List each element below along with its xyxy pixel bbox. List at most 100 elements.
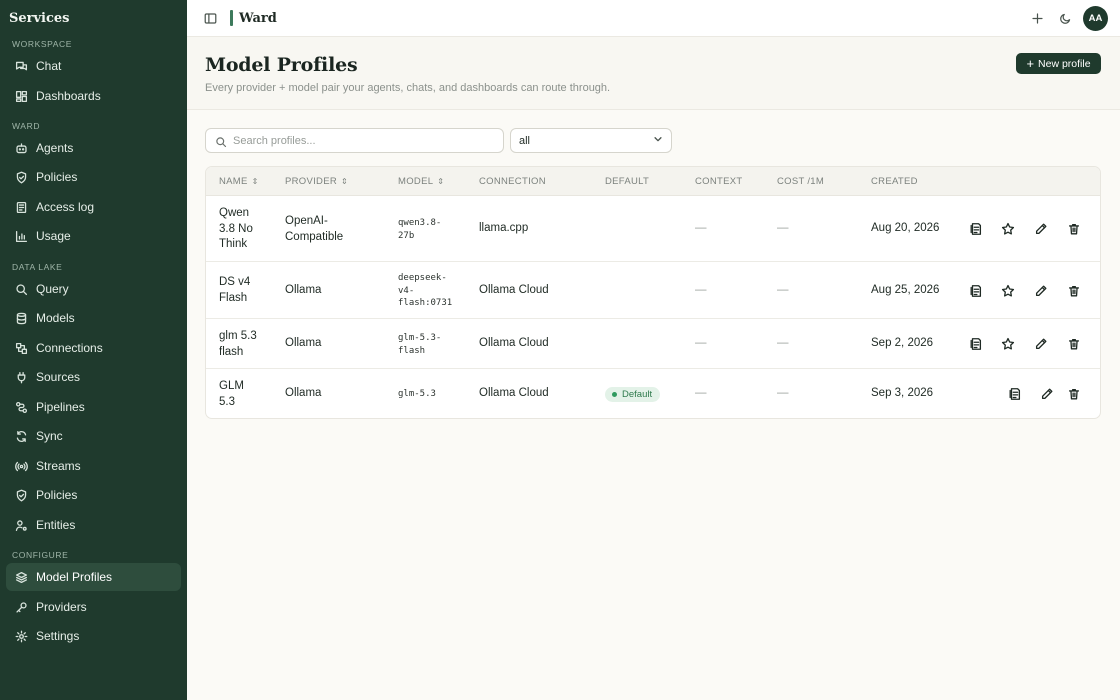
edit-icon[interactable] (1034, 337, 1048, 351)
view-log-icon[interactable] (969, 284, 983, 298)
column-header-connection: Connection (479, 176, 546, 187)
edit-icon[interactable] (1040, 387, 1054, 401)
column-header-default: Default (605, 176, 650, 187)
moon-icon[interactable] (1059, 12, 1072, 25)
search-icon (215, 135, 227, 147)
default-badge: Default (605, 387, 661, 402)
column-header-name[interactable]: Name ⇕ (219, 176, 259, 187)
sidebar-toggle-icon[interactable] (204, 12, 217, 25)
set-default-star-icon[interactable] (1001, 284, 1015, 298)
plug-icon (14, 370, 28, 384)
set-default-star-icon[interactable] (1001, 337, 1015, 351)
table-header: Name ⇕ Provider ⇕ Model ⇕ Connection Defaul… (206, 167, 1100, 196)
profile-context: — (695, 284, 707, 296)
user-settings-icon (14, 518, 28, 532)
profile-connection: Ollama Cloud (479, 387, 549, 399)
column-header-cost: Cost /1M (777, 176, 825, 187)
sidebar-item-sync[interactable]: Sync (6, 422, 181, 450)
sidebar-item-agents[interactable]: Agents (6, 134, 181, 162)
sidebar-item-dashboards[interactable]: Dashboards (6, 82, 181, 110)
section-label-data-lake: Data Lake (12, 262, 63, 272)
search-icon (14, 282, 28, 296)
profile-model: qwen3.8- 27b (398, 218, 442, 241)
sidebar-item-label: Pipelines (36, 400, 85, 414)
sidebar-item-label: Policies (36, 170, 78, 184)
sidebar-item-sources[interactable]: Sources (6, 363, 181, 391)
sidebar-item-chat[interactable]: Chat (6, 52, 181, 80)
shield-icon (14, 488, 28, 502)
view-log-icon[interactable] (969, 222, 983, 236)
page-subtitle: Every provider + model pair your agents,… (205, 82, 611, 94)
view-log-icon[interactable] (969, 337, 983, 351)
sidebar-item-query[interactable]: Query (6, 275, 181, 303)
sidebar-item-connections[interactable]: Connections (6, 334, 181, 362)
connections-icon (14, 341, 28, 355)
sidebar-item-settings[interactable]: Settings (6, 622, 181, 650)
sidebar-item-pipelines[interactable]: Pipelines (6, 393, 181, 421)
sidebar-item-models[interactable]: Models (6, 304, 181, 332)
sidebar: Services Workspace Chat Dashboards Ward … (0, 0, 187, 700)
profile-connection: llama.cpp (479, 222, 529, 234)
plus-icon[interactable] (1031, 12, 1044, 25)
sidebar-item-model-profiles[interactable]: Model Profiles (6, 563, 181, 591)
sidebar-item-policies-lake[interactable]: Policies (6, 481, 181, 509)
chevron-down-icon (653, 134, 663, 147)
profile-created: Sep 3, 2026 (871, 387, 934, 399)
profile-model: glm-5.3- flash (398, 333, 442, 356)
delete-icon[interactable] (1067, 337, 1081, 351)
search-input[interactable] (233, 134, 493, 147)
profile-context: — (695, 387, 707, 399)
sort-icon: ⇕ (437, 177, 445, 186)
sidebar-item-label: Chat (36, 59, 62, 73)
view-log-icon[interactable] (1008, 387, 1022, 401)
topbar: Ward AA (187, 0, 1120, 37)
sidebar-item-label: Providers (36, 600, 87, 614)
table-row: Qwen 3.8 No Think OpenAI- Compatible qwen3… (206, 196, 1100, 262)
filter-select[interactable]: all (510, 128, 672, 153)
sort-icon: ⇕ (251, 177, 259, 186)
profile-created: Sep 2, 2026 (871, 337, 934, 349)
sidebar-item-usage[interactable]: Usage (6, 222, 181, 250)
status-dot-icon (612, 392, 617, 397)
search-box[interactable] (205, 128, 504, 153)
sidebar-item-access-log[interactable]: Access log (6, 193, 181, 221)
sort-icon: ⇕ (341, 177, 349, 186)
table-row: glm 5.3 flash Ollama glm-5.3- flash Ollama … (206, 319, 1100, 369)
sidebar-item-label: Access log (36, 200, 95, 214)
section-label-workspace: Workspace (12, 39, 73, 49)
delete-icon[interactable] (1067, 284, 1081, 298)
delete-icon[interactable] (1067, 222, 1081, 236)
profiles-table: Name ⇕ Provider ⇕ Model ⇕ Connection Defaul… (205, 166, 1101, 419)
new-profile-button[interactable]: + New profile (1016, 53, 1101, 74)
profile-created: Aug 20, 2026 (871, 222, 940, 234)
brand-title: Services (9, 11, 70, 26)
column-header-provider[interactable]: Provider ⇕ (285, 176, 348, 187)
table-row: DS v4 Flash Ollama deepseek- v4- flash:073… (206, 262, 1100, 319)
sidebar-item-label: Usage (36, 229, 71, 243)
sidebar-item-providers[interactable]: Providers (6, 593, 181, 621)
sidebar-item-entities[interactable]: Entities (6, 511, 181, 539)
profile-context: — (695, 337, 707, 349)
delete-icon[interactable] (1067, 387, 1081, 401)
sidebar-item-policies[interactable]: Policies (6, 163, 181, 191)
column-header-model[interactable]: Model ⇕ (398, 176, 444, 187)
edit-icon[interactable] (1034, 222, 1048, 236)
dashboard-icon (14, 89, 28, 103)
set-default-star-icon[interactable] (1001, 222, 1015, 236)
edit-icon[interactable] (1034, 284, 1048, 298)
avatar[interactable]: AA (1083, 6, 1108, 31)
plus-icon: + (1026, 56, 1035, 71)
new-profile-label: New profile (1038, 57, 1091, 70)
log-icon (14, 200, 28, 214)
gear-icon (14, 629, 28, 643)
sidebar-item-label: Model Profiles (36, 570, 113, 584)
sidebar-item-label: Query (36, 282, 69, 296)
profile-provider: Ollama (285, 284, 322, 296)
sidebar-item-streams[interactable]: Streams (6, 452, 181, 480)
profile-name: glm 5.3 flash (219, 330, 257, 358)
page-title: Model Profiles (205, 54, 358, 76)
sidebar-item-label: Entities (36, 518, 76, 532)
section-label-ward: Ward (12, 121, 41, 131)
profile-model: glm-5.3 (398, 389, 436, 399)
key-icon (14, 600, 28, 614)
